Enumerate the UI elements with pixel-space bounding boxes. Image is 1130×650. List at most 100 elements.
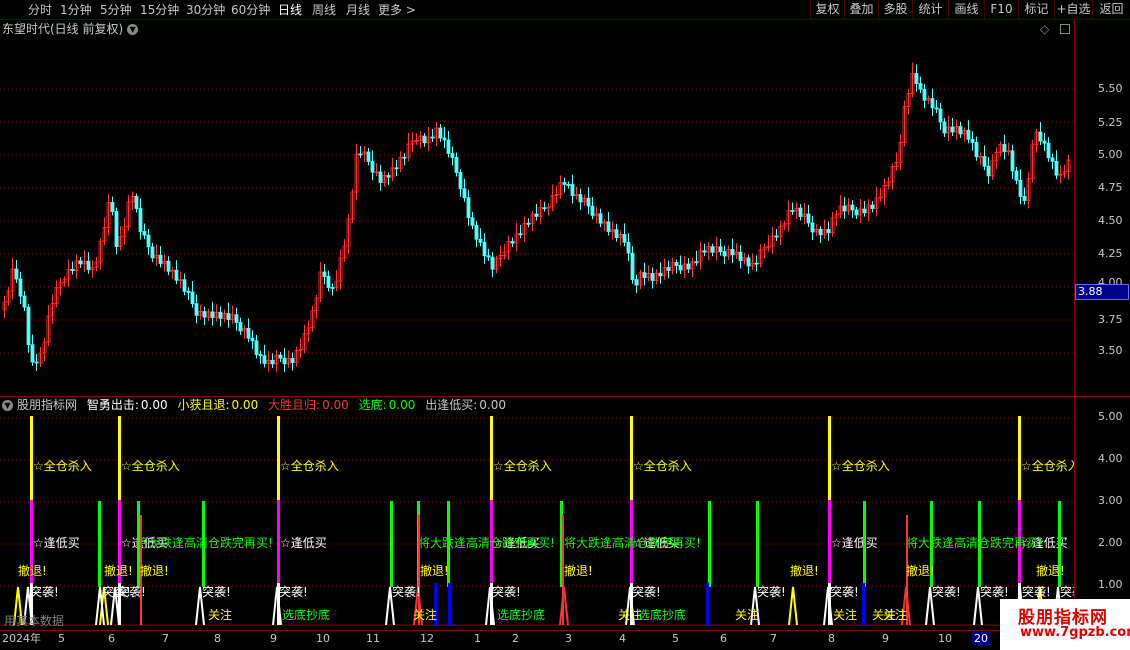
candle-body	[614, 229, 619, 238]
period-toolbar: 分时 1分钟 5分钟 15分钟 30分钟 60分钟 日线 周线 月线 更多 > …	[0, 0, 1130, 20]
back-button[interactable]: 返回	[1092, 0, 1130, 19]
signal-text: 突袭!	[980, 584, 1009, 599]
candle-body	[30, 344, 35, 363]
signal-bar	[828, 416, 831, 500]
price-tick: 3.75	[1098, 313, 1123, 326]
signal-bar	[490, 416, 493, 500]
period-tab-weekly[interactable]: 周线	[312, 1, 336, 19]
candle-body	[138, 208, 143, 232]
candle-body	[562, 182, 567, 185]
candle-body	[226, 313, 231, 321]
overlay-button[interactable]: 叠加	[844, 0, 878, 19]
candle-body	[718, 246, 723, 252]
date-label: 10	[316, 632, 330, 645]
candle-body	[322, 271, 327, 277]
candle-body	[1038, 131, 1043, 142]
candle-body	[290, 358, 295, 363]
date-label: 5	[58, 632, 65, 645]
candle-body	[634, 279, 639, 286]
signal-text: 撤退!	[790, 563, 819, 578]
signal-text: 将大跌逢高清仓跌完再买!	[418, 535, 555, 550]
period-tab-monthly[interactable]: 月线	[346, 1, 370, 19]
indicator-tick: 4.00	[1098, 452, 1123, 465]
candle-body	[678, 265, 683, 271]
candle-body	[166, 260, 171, 272]
candle-body	[490, 256, 495, 270]
candle-body	[966, 129, 971, 140]
signal-text: 选底抄底	[638, 607, 686, 622]
candle-body	[934, 107, 939, 110]
candle-body	[870, 204, 875, 209]
date-label: 1	[474, 632, 481, 645]
f10-button[interactable]: F10	[984, 0, 1018, 19]
signal-text: 撤退!	[104, 563, 133, 578]
signal-text: 撤退!	[420, 563, 449, 578]
candle-body	[478, 238, 483, 243]
candle-body	[606, 221, 611, 232]
period-tab-60min[interactable]: 60分钟	[231, 1, 270, 19]
candle-body	[510, 241, 515, 244]
candle-body	[430, 136, 435, 139]
date-label: 7	[162, 632, 169, 645]
candle-body	[34, 361, 39, 364]
signal-text: 将大跌逢高清仓跌完再买!	[136, 535, 273, 550]
candle-body	[590, 205, 595, 216]
candle-body	[798, 207, 803, 217]
signal-text: ☆全仓杀入	[121, 458, 180, 473]
period-tab-fenshi[interactable]: 分时	[28, 1, 52, 19]
signal-text: 撤退!	[906, 563, 935, 578]
candle-body	[78, 260, 83, 265]
indicator-chart[interactable]: ☆全仓杀入☆逢低买☆全仓杀入☆逢低买☆全仓杀入☆逢低买☆全仓杀入☆逢低买☆全仓杀…	[0, 397, 1074, 630]
signal-text: 突袭!	[932, 584, 961, 599]
date-label: 2	[512, 632, 519, 645]
date-label: 6	[108, 632, 115, 645]
candle-body	[586, 197, 591, 207]
candle-body	[1022, 196, 1027, 201]
period-tab-1min[interactable]: 1分钟	[60, 1, 92, 19]
signal-bar	[863, 501, 866, 587]
fuquan-button[interactable]: 复权	[810, 0, 844, 19]
period-tab-30min[interactable]: 30分钟	[186, 1, 225, 19]
indicator-tick: 5.00	[1098, 410, 1123, 423]
candle-body	[110, 202, 115, 212]
signal-text: ☆逢低买	[280, 536, 327, 550]
signal-text: 将大跌逢高清仓跌完再买!	[564, 535, 701, 550]
candle-body	[970, 138, 975, 143]
mark-button[interactable]: 标记	[1018, 0, 1054, 19]
period-tab-more[interactable]: 更多 >	[378, 1, 416, 19]
add-watchlist-button[interactable]: +自选	[1054, 0, 1092, 19]
candle-body	[282, 357, 287, 365]
candle-body	[542, 207, 547, 210]
candle-body	[790, 210, 795, 212]
indicator-tick: 3.00	[1098, 494, 1123, 507]
draw-line-button[interactable]: 画线	[948, 0, 984, 19]
candle-body	[238, 322, 243, 332]
multi-stock-button[interactable]: 多股	[878, 0, 912, 19]
candle-body	[474, 224, 479, 240]
candle-body	[850, 204, 855, 211]
candle-body	[694, 261, 699, 264]
signal-text: ☆全仓杀入	[280, 458, 339, 473]
candle-body	[86, 260, 91, 271]
price-tick: 5.50	[1098, 82, 1123, 95]
candle-body	[326, 276, 331, 288]
period-tab-5min[interactable]: 5分钟	[100, 1, 132, 19]
candle-body	[210, 311, 215, 318]
candlestick-chart[interactable]	[0, 20, 1074, 396]
candle-body	[18, 278, 23, 297]
date-label-current: 20	[972, 632, 990, 645]
candle-body	[462, 188, 467, 199]
candle-body	[194, 303, 199, 316]
signal-text: 突袭!	[830, 584, 859, 599]
signal-bar	[30, 416, 33, 500]
period-tab-daily[interactable]: 日线	[278, 1, 302, 19]
candle-body	[450, 153, 455, 158]
candle-body	[366, 151, 371, 162]
candle-body	[622, 234, 627, 243]
date-label: 8	[828, 632, 835, 645]
signal-text: ☆全仓杀入	[493, 458, 552, 473]
stats-button[interactable]: 统计	[912, 0, 948, 19]
date-label: 4	[619, 632, 626, 645]
signal-text: 突袭!	[279, 584, 308, 599]
period-tab-15min[interactable]: 15分钟	[140, 1, 179, 19]
